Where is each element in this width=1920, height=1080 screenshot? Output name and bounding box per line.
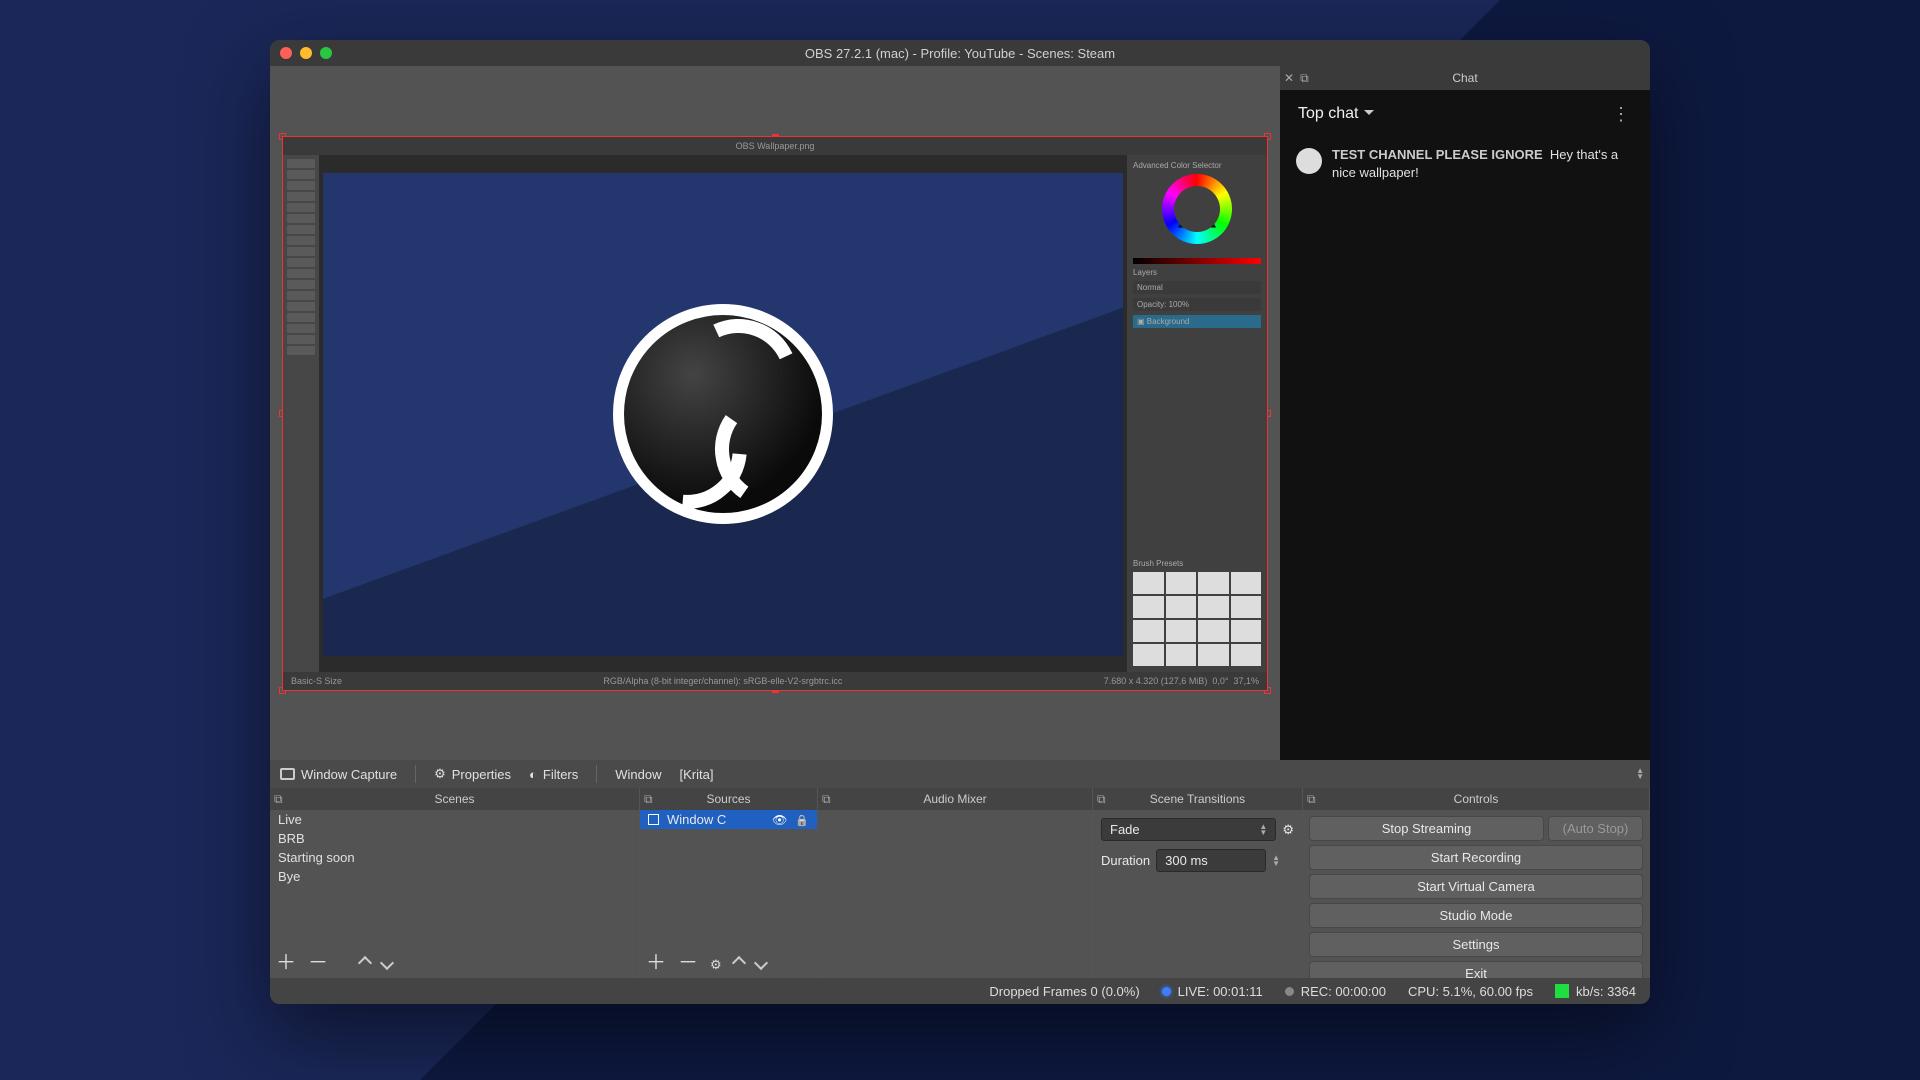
- chat-title: Chat: [1452, 71, 1477, 85]
- start-recording-button[interactable]: Start Recording: [1309, 845, 1643, 870]
- move-down-button[interactable]: [380, 956, 394, 970]
- status-kbps: kb/s: 3364: [1576, 984, 1636, 999]
- popout-icon[interactable]: ⧉: [822, 792, 831, 807]
- obs-window: OBS 27.2.1 (mac) - Profile: YouTube - Sc…: [270, 40, 1650, 1004]
- docks: ⧉ Scenes Live BRB Starting soon Bye ＋ － ⧉…: [270, 788, 1650, 978]
- move-down-button[interactable]: [754, 956, 768, 970]
- settings-button[interactable]: Settings: [1309, 932, 1643, 957]
- status-dropped-frames: Dropped Frames 0 (0.0%): [989, 984, 1139, 999]
- scene-item[interactable]: BRB: [270, 829, 639, 848]
- transitions-dock: ⧉ Scene Transitions Fade▲▼ Duration 300 m…: [1093, 788, 1303, 978]
- add-source-button[interactable]: ＋: [646, 953, 666, 973]
- transitions-title: Scene Transitions: [1150, 792, 1245, 806]
- obs-logo-icon: [613, 304, 833, 524]
- status-bar: Dropped Frames 0 (0.0%) LIVE: 00:01:11 R…: [270, 978, 1650, 1004]
- visibility-icon[interactable]: [772, 812, 787, 827]
- scene-item[interactable]: Starting soon: [270, 848, 639, 867]
- close-icon[interactable]: [280, 47, 292, 59]
- captured-window: OBS Wallpaper.png Advanced Color Selecto…: [283, 137, 1267, 690]
- chat-mode-dropdown[interactable]: Top chat: [1298, 105, 1374, 123]
- stop-streaming-button[interactable]: Stop Streaming: [1309, 816, 1544, 841]
- preview-frame[interactable]: OBS Wallpaper.png Advanced Color Selecto…: [282, 136, 1268, 691]
- properties-button[interactable]: Properties: [434, 766, 511, 782]
- titlebar[interactable]: OBS 27.2.1 (mac) - Profile: YouTube - Sc…: [270, 40, 1650, 66]
- transition-select[interactable]: Fade▲▼: [1101, 818, 1276, 841]
- mixer-title: Audio Mixer: [923, 792, 986, 806]
- status-cpu: CPU: 5.1%, 60.00 fps: [1408, 984, 1533, 999]
- duration-input[interactable]: 300 ms: [1156, 849, 1266, 872]
- scene-item[interactable]: Bye: [270, 867, 639, 886]
- scenes-list[interactable]: Live BRB Starting soon Bye: [270, 810, 639, 948]
- kebab-icon[interactable]: ⋮: [1612, 104, 1632, 125]
- window-icon: [280, 768, 295, 780]
- source-name: Window C: [667, 812, 726, 827]
- window-field-label: Window: [615, 767, 661, 782]
- krita-dockers: Advanced Color Selector Layers Normal Op…: [1127, 155, 1267, 672]
- move-up-button[interactable]: [732, 956, 746, 970]
- source-toolbar: Window Capture Properties Filters Window…: [270, 760, 1650, 788]
- auto-stop-button[interactable]: (Auto Stop): [1548, 816, 1643, 841]
- source-type-label: Window Capture: [301, 767, 397, 782]
- window-title: OBS 27.2.1 (mac) - Profile: YouTube - Sc…: [270, 46, 1650, 61]
- remove-scene-button[interactable]: －: [308, 953, 328, 973]
- sources-title: Sources: [706, 792, 750, 806]
- chat-dock-header[interactable]: ✕ ⧉ Chat: [1280, 66, 1650, 90]
- filters-button[interactable]: Filters: [529, 767, 578, 782]
- studio-mode-button[interactable]: Studio Mode: [1309, 903, 1643, 928]
- krita-canvas: [323, 173, 1123, 656]
- sources-list[interactable]: Window C: [640, 810, 817, 948]
- scene-item[interactable]: Live: [270, 810, 639, 829]
- krita-statusbar: Basic-S Size RGB/Alpha (8-bit integer/ch…: [283, 672, 1267, 690]
- krita-toolbox: [283, 155, 319, 672]
- rec-indicator-icon: [1285, 987, 1294, 996]
- controls-title: Controls: [1454, 792, 1499, 806]
- duration-stepper[interactable]: ▲▼: [1272, 855, 1280, 867]
- popout-icon[interactable]: ⧉: [274, 792, 283, 807]
- minimize-icon[interactable]: [300, 47, 312, 59]
- filter-icon: [529, 767, 537, 782]
- scenes-dock: ⧉ Scenes Live BRB Starting soon Bye ＋ －: [270, 788, 640, 978]
- maximize-icon[interactable]: [320, 47, 332, 59]
- window-field-value: [Krita]: [680, 767, 714, 782]
- popout-icon[interactable]: ⧉: [1307, 792, 1316, 807]
- chat-message: TEST CHANNEL PLEASE IGNORE Hey that's a …: [1296, 146, 1634, 182]
- avatar: [1296, 148, 1322, 174]
- popout-icon[interactable]: ⧉: [1097, 792, 1106, 807]
- source-item[interactable]: Window C: [640, 810, 817, 829]
- chat-mode-bar: Top chat ⋮: [1280, 90, 1650, 138]
- stepper-icon[interactable]: ▲▼: [1636, 768, 1644, 780]
- remove-source-button[interactable]: －: [678, 953, 698, 973]
- start-virtual-camera-button[interactable]: Start Virtual Camera: [1309, 874, 1643, 899]
- status-rec: REC: 00:00:00: [1301, 984, 1386, 999]
- exit-button[interactable]: Exit: [1309, 961, 1643, 978]
- popout-icon[interactable]: ⧉: [644, 792, 653, 807]
- status-live: LIVE: 00:01:11: [1178, 984, 1263, 999]
- connection-indicator-icon: [1555, 984, 1569, 998]
- chat-messages[interactable]: TEST CHANNEL PLEASE IGNORE Hey that's a …: [1280, 138, 1650, 760]
- chat-panel: ✕ ⧉ Chat Top chat ⋮ TEST CHANNEL PLEASE I…: [1280, 66, 1650, 760]
- controls-dock: ⧉ Controls Stop Streaming (Auto Stop) Sta…: [1303, 788, 1650, 978]
- source-type-icon: [648, 814, 659, 825]
- preview-area[interactable]: OBS Wallpaper.png Advanced Color Selecto…: [270, 66, 1280, 760]
- sources-dock: ⧉ Sources Window C ＋ －: [640, 788, 818, 978]
- live-indicator-icon: [1162, 987, 1171, 996]
- add-scene-button[interactable]: ＋: [276, 953, 296, 973]
- mixer-body[interactable]: [818, 810, 1092, 978]
- scenes-title: Scenes: [434, 792, 474, 806]
- transition-settings-button[interactable]: [1282, 822, 1294, 838]
- duration-label: Duration: [1101, 853, 1150, 868]
- source-settings-button[interactable]: [710, 953, 722, 973]
- chat-username: TEST CHANNEL PLEASE IGNORE: [1332, 147, 1543, 162]
- lock-icon[interactable]: [795, 812, 809, 827]
- close-icon[interactable]: ✕: [1284, 71, 1294, 86]
- gear-icon: [434, 766, 446, 782]
- move-up-button[interactable]: [358, 956, 372, 970]
- popout-icon[interactable]: ⧉: [1300, 71, 1309, 86]
- krita-titlebar: OBS Wallpaper.png: [283, 137, 1267, 155]
- audio-mixer-dock: ⧉ Audio Mixer: [818, 788, 1093, 978]
